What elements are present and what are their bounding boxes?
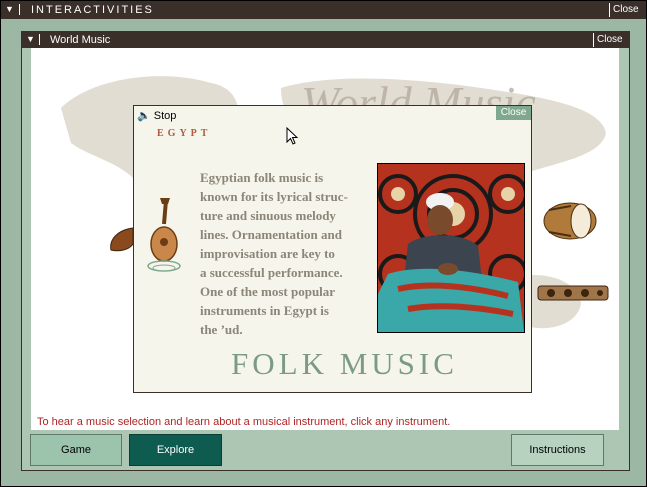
inner-close-button[interactable]: Close (593, 33, 623, 47)
folk-music-heading: FOLK MUSIC (231, 346, 458, 381)
description-line: One of the most popular (200, 284, 336, 299)
oud-icon[interactable] (144, 196, 184, 276)
stop-label: Stop (153, 110, 177, 122)
stringed-instrument-icon[interactable] (536, 278, 616, 310)
description-text: Egyptian folk music is known for its lyr… (200, 168, 360, 339)
instruction-hint: To hear a music selection and learn abou… (37, 416, 451, 428)
description-line: a successful performance. (200, 265, 343, 280)
inner-title-bar: ▼ World Music Close (22, 32, 629, 48)
instrument-left-partial-icon[interactable] (107, 226, 135, 256)
description-line: known for its lyrical struc- (200, 189, 348, 204)
instructions-button[interactable]: Instructions (511, 434, 604, 466)
description-line: improvisation are key to (200, 246, 335, 261)
outer-menu-button[interactable]: ▼ (4, 3, 15, 15)
explore-button[interactable]: Explore (129, 434, 222, 466)
speaker-icon: 🔈 (137, 110, 151, 122)
game-button[interactable]: Game (30, 434, 122, 466)
description-line: Egyptian folk music is (200, 170, 324, 185)
instrument-info-popup: 🔈 Stop Close EGYPT Egyptian folk music i… (133, 105, 532, 393)
description-line: lines. Ornamentation and (200, 227, 342, 242)
description-line: ture and sinuous melody (200, 208, 336, 223)
drum-instrument-icon[interactable] (541, 198, 599, 244)
musician-photo (377, 163, 525, 333)
description-line: the ’ud. (200, 322, 243, 337)
stop-audio-button[interactable]: 🔈 Stop (137, 109, 176, 123)
inner-menu-button[interactable]: ▼ (25, 33, 36, 45)
country-label: EGYPT (157, 128, 212, 139)
interactivities-window: ▼ INTERACTIVITIES Close ▼ World Music Cl… (0, 0, 647, 487)
outer-window-title: INTERACTIVITIES (31, 4, 154, 16)
world-map-area: World Music 🔈 Stop Close EGYPT Egyptian … (31, 48, 619, 430)
mouse-cursor-icon (286, 127, 299, 145)
world-music-window: ▼ World Music Close World Music 🔈 Stop C… (21, 31, 630, 471)
title-divider (39, 34, 40, 45)
outer-title-bar: ▼ INTERACTIVITIES Close (1, 1, 646, 19)
outer-close-button[interactable]: Close (609, 3, 639, 17)
inner-window-title: World Music (50, 34, 111, 46)
title-divider (19, 4, 20, 15)
description-line: instruments in Egypt is (200, 303, 329, 318)
popup-close-button[interactable]: Close (496, 106, 531, 120)
